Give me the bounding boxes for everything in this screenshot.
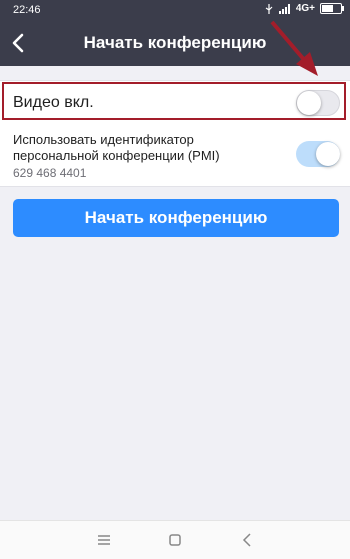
status-bar: 22:46 4G+: [0, 0, 350, 20]
video-setting-row: Видео вкл.: [0, 80, 350, 126]
battery-fill: [322, 5, 333, 12]
menu-icon: [98, 535, 110, 545]
toggle-knob: [316, 142, 340, 166]
nav-back-button[interactable]: [238, 531, 256, 549]
wifi-signal-icon: [278, 3, 290, 14]
pmi-setting-label: Использовать идентификатор персональной …: [13, 132, 220, 163]
network-type: 4G+: [295, 3, 315, 14]
video-setting-label: Видео вкл.: [13, 94, 94, 111]
battery-icon: [320, 3, 344, 14]
video-toggle[interactable]: [296, 90, 340, 116]
page-title: Начать конференцию: [83, 33, 267, 52]
pmi-number: 629 468 4401: [13, 166, 87, 180]
start-meeting-button[interactable]: Начать конференцию: [13, 199, 339, 237]
back-icon: [242, 533, 251, 547]
app-header: Начать конференцию: [0, 20, 350, 66]
pmi-toggle[interactable]: [296, 141, 340, 167]
home-icon: [169, 534, 181, 546]
toggle-knob: [297, 91, 321, 115]
status-icons: 4G+: [264, 3, 344, 14]
system-nav-bar: [0, 520, 350, 559]
usb-icon: [265, 3, 273, 14]
pmi-setting-row: Использовать идентификатор персональной …: [0, 124, 350, 187]
menu-button[interactable]: [95, 531, 113, 549]
status-time: 22:46: [13, 4, 41, 16]
home-button[interactable]: [166, 531, 184, 549]
